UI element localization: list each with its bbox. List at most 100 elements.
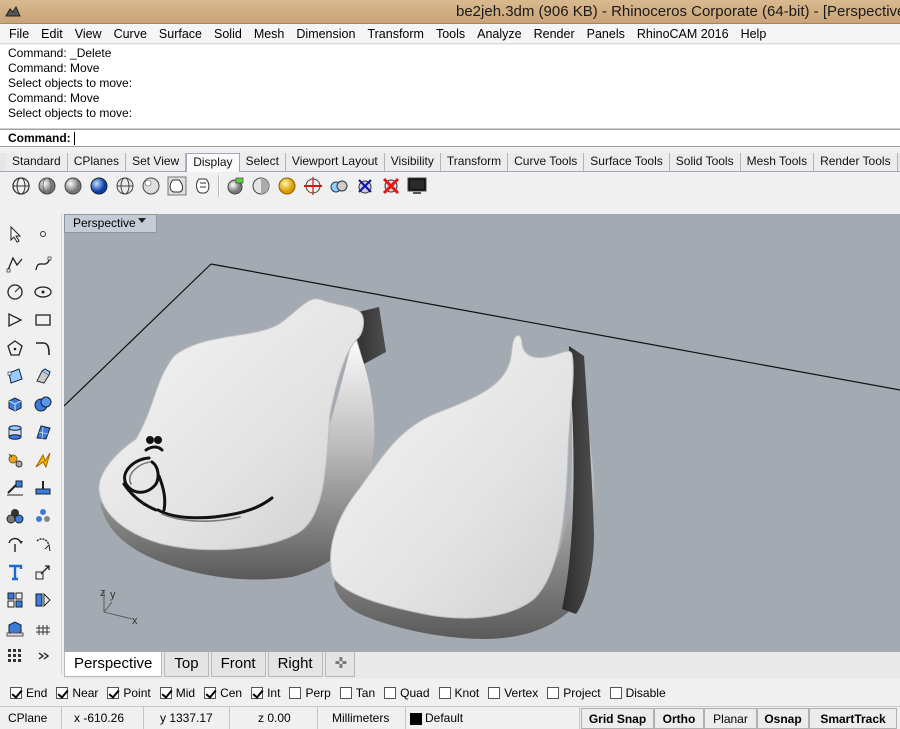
ortho-toggle[interactable]: Ortho xyxy=(654,708,704,729)
osnap-checkbox[interactable] xyxy=(384,687,397,699)
grid-snap-toggle[interactable]: Grid Snap xyxy=(581,708,654,729)
boolean-icon[interactable] xyxy=(2,504,28,528)
osnap-option[interactable]: Knot xyxy=(438,686,479,700)
light-icon[interactable] xyxy=(274,174,300,198)
osnap-option[interactable]: End xyxy=(10,686,47,700)
ghosted-icon[interactable] xyxy=(86,174,112,198)
osnap-option[interactable]: Cen xyxy=(204,686,242,700)
viewport-tab-perspective[interactable]: Perspective xyxy=(64,652,163,677)
scale-icon[interactable] xyxy=(30,560,56,584)
expand-toolbar-icon[interactable] xyxy=(30,644,56,668)
menu-tools[interactable]: Tools xyxy=(430,27,471,41)
fillet-curve-icon[interactable] xyxy=(30,336,56,360)
command-input-caret[interactable] xyxy=(73,132,75,146)
hide-objects-icon[interactable] xyxy=(378,174,404,198)
polygon-icon[interactable] xyxy=(2,336,28,360)
layer-grid-icon[interactable] xyxy=(30,616,56,640)
circle-icon[interactable] xyxy=(2,280,28,304)
array-icon[interactable] xyxy=(30,504,56,528)
xray-icon[interactable] xyxy=(112,174,138,198)
status-layer[interactable]: Default xyxy=(406,707,580,729)
osnap-checkbox[interactable] xyxy=(339,687,352,699)
select-arrow-icon[interactable] xyxy=(2,222,28,246)
menu-transform[interactable]: Transform xyxy=(361,27,430,41)
menu-panels[interactable]: Panels xyxy=(581,27,631,41)
perspective-viewport[interactable]: z y x Perspective xyxy=(64,214,900,652)
menu-view[interactable]: View xyxy=(69,27,108,41)
shaded-icon[interactable] xyxy=(34,174,60,198)
status-units[interactable]: Millimeters xyxy=(318,707,406,729)
pen-icon[interactable] xyxy=(190,174,216,198)
tab-set-view[interactable]: Set View xyxy=(126,153,187,171)
sphere-icon[interactable] xyxy=(30,392,56,416)
box-icon[interactable] xyxy=(2,392,28,416)
osnap-option[interactable]: Point xyxy=(107,686,151,700)
group-icon[interactable] xyxy=(2,588,28,612)
osnap-checkbox[interactable] xyxy=(251,687,264,699)
polyline-icon[interactable] xyxy=(2,252,28,276)
curve-icon[interactable] xyxy=(30,252,56,276)
osnap-option[interactable]: Disable xyxy=(609,686,666,700)
osnap-checkbox[interactable] xyxy=(204,687,217,699)
dimension-tools-icon[interactable] xyxy=(2,476,28,500)
osnap-toggle[interactable]: Osnap xyxy=(757,708,809,729)
rendered-icon[interactable] xyxy=(60,174,86,198)
tab-mesh-tools[interactable]: Mesh Tools xyxy=(740,153,815,171)
cylinder-icon[interactable] xyxy=(2,420,28,444)
command-history[interactable]: Command: _Delete Command: Move Select ob… xyxy=(0,45,900,129)
mesh-plane-icon[interactable] xyxy=(30,420,56,444)
osnap-checkbox[interactable] xyxy=(438,687,451,699)
osnap-checkbox[interactable] xyxy=(10,687,22,699)
osnap-option[interactable]: Perp xyxy=(289,686,331,700)
mesh-tools-icon[interactable] xyxy=(2,448,28,472)
menu-dimension[interactable]: Dimension xyxy=(290,27,361,41)
show-objects-alt-icon[interactable] xyxy=(352,174,378,198)
osnap-option[interactable]: Tan xyxy=(339,686,375,700)
osnap-checkbox[interactable] xyxy=(488,687,501,699)
tab-curve-tools[interactable]: Curve Tools xyxy=(508,153,585,171)
osnap-option[interactable]: Project xyxy=(547,686,601,700)
viewport-tab-right[interactable]: Right xyxy=(267,652,323,677)
osnap-checkbox[interactable] xyxy=(107,687,120,699)
osnap-checkbox[interactable] xyxy=(609,687,622,699)
viewport-menu-arrow-icon[interactable] xyxy=(138,218,146,223)
menu-help[interactable]: Help xyxy=(735,27,773,41)
menu-mesh[interactable]: Mesh xyxy=(248,27,291,41)
curve-from-objects-icon[interactable] xyxy=(30,532,56,556)
grid-icon[interactable] xyxy=(2,644,28,668)
arc-icon[interactable] xyxy=(2,308,28,332)
tab-display[interactable]: Display xyxy=(186,153,240,173)
tab-select[interactable]: Select xyxy=(239,153,286,171)
tab-surface-tools[interactable]: Surface Tools xyxy=(584,153,670,171)
menu-solid[interactable]: Solid xyxy=(208,27,248,41)
rectangle-icon[interactable] xyxy=(30,308,56,332)
tab-standard[interactable]: Standard xyxy=(6,153,68,171)
tab-render-tools[interactable]: Render Tools xyxy=(814,153,898,171)
tab-solid-tools[interactable]: Solid Tools xyxy=(669,153,741,171)
tab-transform[interactable]: Transform xyxy=(440,153,509,171)
menu-rhinocam[interactable]: RhinoCAM 2016 xyxy=(631,27,735,41)
menu-edit[interactable]: Edit xyxy=(35,27,69,41)
add-viewport-tab-icon[interactable]: ✜ xyxy=(324,652,355,677)
viewport-tab-front[interactable]: Front xyxy=(210,652,266,677)
flat-shade-icon[interactable] xyxy=(248,174,274,198)
extrude-surface-icon[interactable] xyxy=(30,364,56,388)
trim-icon[interactable] xyxy=(30,448,56,472)
viewport-title[interactable]: Perspective xyxy=(64,214,157,233)
wireframe-icon[interactable] xyxy=(8,174,34,198)
osnap-checkbox[interactable] xyxy=(159,687,172,699)
osnap-option[interactable]: Near xyxy=(56,686,98,700)
osnap-checkbox[interactable] xyxy=(289,687,302,699)
menu-render[interactable]: Render xyxy=(528,27,581,41)
menu-surface[interactable]: Surface xyxy=(153,27,208,41)
tab-cplanes[interactable]: CPlanes xyxy=(67,153,127,171)
layout-icon[interactable] xyxy=(2,616,28,640)
surface-corners-icon[interactable] xyxy=(2,364,28,388)
point-icon[interactable] xyxy=(30,222,56,246)
menu-analyze[interactable]: Analyze xyxy=(471,27,527,41)
command-prompt[interactable]: Command: xyxy=(0,129,900,147)
artistic-icon[interactable] xyxy=(164,174,190,198)
viewport-tab-top[interactable]: Top xyxy=(164,652,209,677)
planar-toggle[interactable]: Planar xyxy=(704,708,757,729)
osnap-option[interactable]: Vertex xyxy=(488,686,538,700)
